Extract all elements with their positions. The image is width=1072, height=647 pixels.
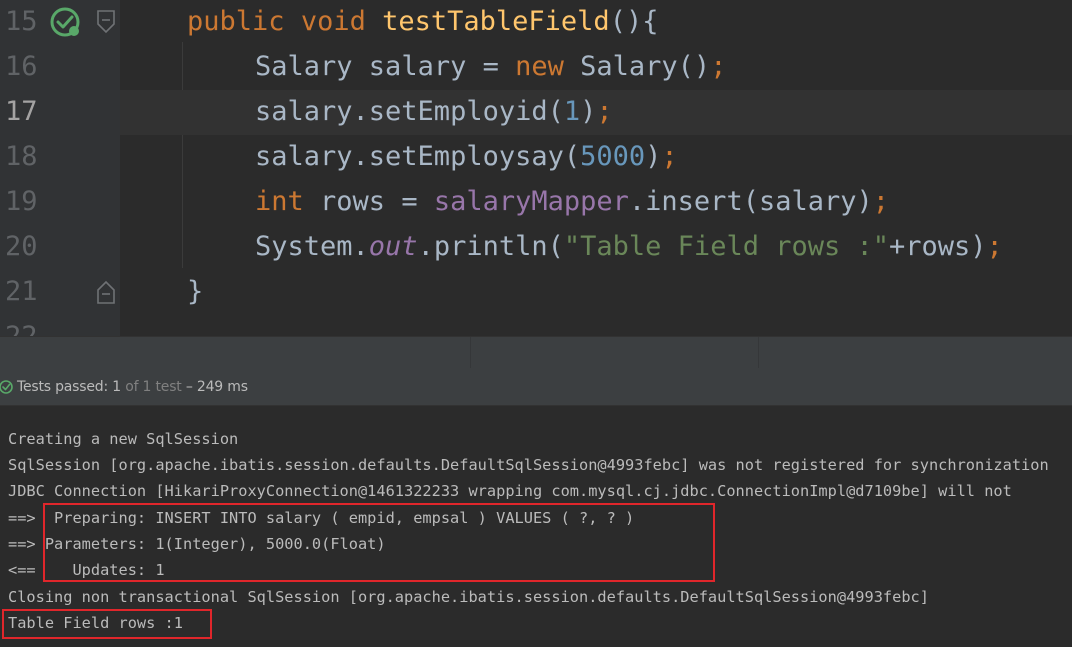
code-text: int rows = salaryMapper.insert(salary); <box>255 184 889 220</box>
punctuation: (){ <box>609 6 659 37</box>
check-icon <box>0 380 13 394</box>
method-call: .println( <box>417 231 564 262</box>
passed-count: 1 <box>112 379 121 395</box>
console-line: JDBC Connection [HikariProxyConnection@1… <box>8 482 1012 500</box>
line-number: 17 <box>5 96 38 127</box>
keyword-void: void <box>300 6 366 37</box>
line-number: 21 <box>5 276 38 307</box>
fold-start-icon[interactable] <box>95 8 117 36</box>
code-line-21[interactable]: } <box>120 270 1072 315</box>
number-literal: 1 <box>563 96 581 127</box>
sql-log-highlight-box <box>43 503 715 582</box>
line-gutter: 15 16 17 18 19 20 21 <box>0 0 120 336</box>
test-duration: – 249 ms <box>181 379 248 395</box>
code-line-15[interactable]: public void testTableField(){ <box>120 0 1072 45</box>
gutter-line-18: 18 <box>0 135 120 180</box>
code-text: } <box>187 274 203 310</box>
constructor-call: Salary() <box>563 51 711 82</box>
method-name: testTableField <box>382 6 610 37</box>
total-count: of 1 test <box>120 379 182 395</box>
method-call: salary.setEmploysay( <box>255 141 581 172</box>
line-number: 16 <box>5 51 38 82</box>
result-highlight-box <box>2 609 212 639</box>
code-text: salary.setEmploysay(5000); <box>255 139 678 175</box>
code-text: salary.setEmployid(1); <box>255 94 613 130</box>
paren-close: ) <box>645 141 662 172</box>
status-label: Tests passed: <box>17 379 113 395</box>
gutter-line-19: 19 <box>0 180 120 225</box>
class-reference: System. <box>255 231 369 262</box>
test-status-bar: Tests passed: 1 of 1 test – 249 ms <box>0 368 1072 406</box>
type-name: Salary <box>255 51 353 82</box>
field-reference: salaryMapper <box>433 186 629 217</box>
code-line-19[interactable]: int rows = salaryMapper.insert(salary); <box>120 180 1072 225</box>
code-line-20[interactable]: System.out.println("Table Field rows :"+… <box>120 225 1072 270</box>
static-field: out <box>368 231 418 262</box>
line-number: 20 <box>5 231 38 262</box>
paren-close: ) <box>580 96 597 127</box>
gutter-line-17: 17 <box>0 90 120 135</box>
semicolon: ; <box>596 96 613 127</box>
line-number: 19 <box>5 186 38 217</box>
keyword-public: public <box>187 6 285 37</box>
code-text: Salary salary = new Salary(); <box>255 49 726 85</box>
fold-end-icon[interactable] <box>95 278 117 306</box>
gutter-line-21: 21 <box>0 270 120 315</box>
splitter-divider <box>758 337 759 369</box>
string-literal: "Table Field rows :" <box>563 231 889 262</box>
code-text: System.out.println("Table Field rows :"+… <box>255 229 1003 265</box>
variable-decl: rows = <box>303 186 434 217</box>
expression-rest: +rows) <box>889 231 987 262</box>
console-line: Closing non transactional SqlSession [or… <box>8 588 929 606</box>
line-number: 15 <box>5 6 38 37</box>
line-number: 22 <box>5 319 38 336</box>
number-literal: 5000 <box>580 141 646 172</box>
code-line-18[interactable]: salary.setEmploysay(5000); <box>120 135 1072 180</box>
run-test-passed-icon[interactable] <box>49 6 81 38</box>
console-line: SqlSession [org.apache.ibatis.session.de… <box>8 456 1049 474</box>
code-editor[interactable]: 15 16 17 18 19 20 21 public void testTab… <box>0 0 1072 336</box>
gutter-line-22: 22 <box>0 315 120 336</box>
gutter-line-20: 20 <box>0 225 120 270</box>
splitter-divider <box>470 337 471 369</box>
keyword-int: int <box>255 186 304 217</box>
code-line-16[interactable]: Salary salary = new Salary(); <box>120 45 1072 90</box>
console-line: Creating a new SqlSession <box>8 430 239 448</box>
gutter-line-16: 16 <box>0 45 120 90</box>
semicolon: ; <box>872 186 890 217</box>
line-number: 18 <box>5 141 38 172</box>
code-text: public void testTableField(){ <box>187 4 658 40</box>
gutter-line-15: 15 <box>0 0 120 45</box>
semicolon: ; <box>710 51 727 82</box>
closing-brace: } <box>187 276 204 307</box>
variable-decl: salary = <box>352 51 516 82</box>
test-status-text: Tests passed: 1 of 1 test – 249 ms <box>17 378 248 396</box>
code-line-17[interactable]: salary.setEmployid(1); <box>120 90 1072 135</box>
semicolon: ; <box>661 141 678 172</box>
tool-window-splitter[interactable] <box>0 336 1072 369</box>
keyword-new: new <box>515 51 564 82</box>
method-call: .insert(salary) <box>628 186 873 217</box>
semicolon: ; <box>986 231 1003 262</box>
method-call: salary.setEmployid( <box>255 96 564 127</box>
